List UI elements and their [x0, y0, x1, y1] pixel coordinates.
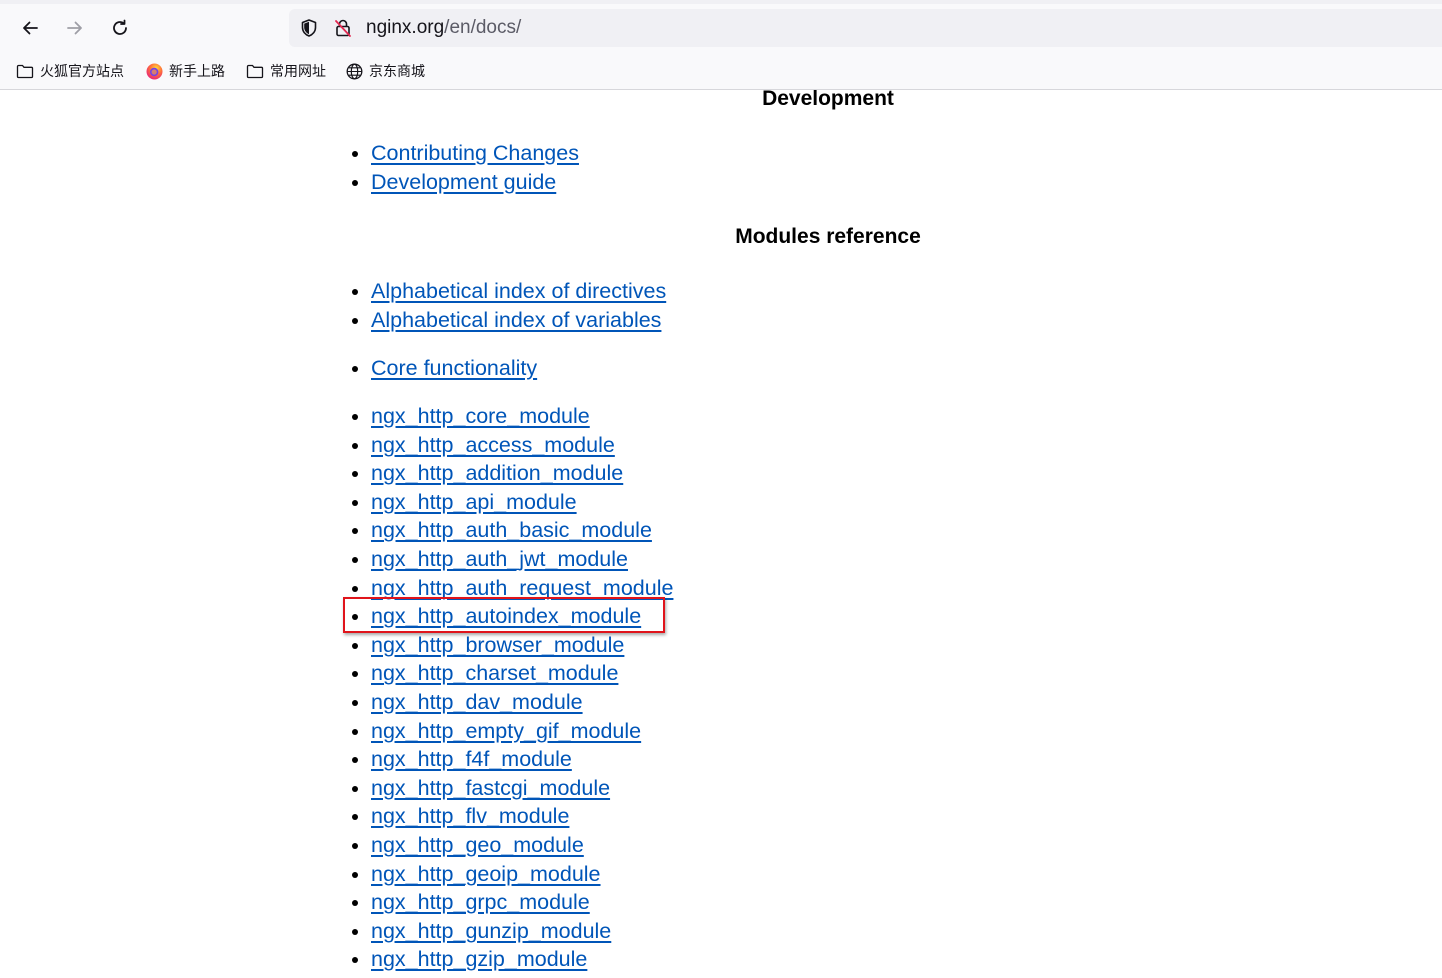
list-item: ngx_http_access_module	[351, 431, 673, 460]
bookmark-label: 火狐官方站点	[40, 64, 124, 80]
index-links: Alphabetical index of directives Alphabe…	[351, 277, 666, 335]
module-link[interactable]: ngx_http_empty_gif_module	[371, 719, 641, 743]
module-link[interactable]: ngx_http_geo_module	[371, 833, 584, 857]
url-text[interactable]: nginx.org/en/docs/	[366, 17, 521, 39]
development-heading: Development	[762, 90, 894, 110]
list-item: Alphabetical index of variables	[351, 306, 666, 335]
list-item: Contributing Changes	[352, 139, 579, 168]
list-item: ngx_http_auth_basic_module	[351, 516, 673, 545]
module-link[interactable]: ngx_http_charset_module	[371, 661, 618, 685]
reload-icon	[113, 19, 127, 35]
forward-button[interactable]	[59, 12, 91, 44]
module-link-autoindex[interactable]: ngx_http_autoindex_module	[371, 604, 641, 628]
link-development-guide[interactable]: Development guide	[371, 170, 556, 194]
page-content: Development Contributing Changes Develop…	[0, 90, 1442, 978]
globe-icon	[346, 63, 363, 79]
list-item: ngx_http_gzip_module	[351, 945, 673, 974]
list-item: ngx_http_f4f_module	[351, 745, 673, 774]
bookmark-label: 常用网址	[270, 64, 326, 80]
list-item: ngx_http_addition_module	[351, 459, 673, 488]
module-link[interactable]: ngx_http_flv_module	[371, 804, 569, 828]
url-domain: nginx.org	[366, 17, 445, 38]
link-core-functionality[interactable]: Core functionality	[371, 356, 537, 380]
module-link[interactable]: ngx_http_geoip_module	[371, 862, 601, 886]
list-item: ngx_http_grpc_module	[351, 888, 673, 917]
list-item: ngx_http_api_module	[351, 488, 673, 517]
module-link[interactable]: ngx_http_auth_jwt_module	[371, 547, 628, 571]
tracking-protection-shield-icon[interactable]	[299, 18, 319, 38]
list-item: Alphabetical index of directives	[351, 277, 666, 306]
link-directives-index[interactable]: Alphabetical index of directives	[371, 279, 666, 303]
folder-icon	[16, 64, 34, 79]
url-path: /en/docs/	[444, 17, 522, 38]
module-link[interactable]: ngx_http_gzip_module	[371, 947, 587, 971]
module-link[interactable]: ngx_http_fastcgi_module	[371, 776, 610, 800]
arrow-left-icon	[23, 21, 38, 35]
list-item: ngx_http_geoip_module	[351, 860, 673, 889]
development-links: Contributing Changes Development guide	[352, 139, 579, 197]
module-link[interactable]: ngx_http_auth_request_module	[371, 576, 673, 600]
bookmark-common-sites[interactable]: 常用网址	[246, 60, 326, 82]
tab-strip-edge	[0, 0, 1442, 4]
modules-reference-heading: Modules reference	[735, 225, 921, 248]
firefox-icon	[146, 63, 163, 79]
module-links: ngx_http_core_module ngx_http_access_mod…	[351, 402, 673, 978]
list-item: ngx_http_dav_module	[351, 688, 673, 717]
module-link[interactable]: ngx_http_core_module	[371, 404, 590, 428]
list-item: ngx_http_auth_request_module	[351, 574, 673, 603]
list-item: ngx_http_headers_module	[371, 974, 673, 978]
list-item: ngx_http_geo_module	[351, 831, 673, 860]
list-item: ngx_http_flv_module	[351, 802, 673, 831]
bookmark-firefox-official[interactable]: 火狐官方站点	[16, 60, 124, 82]
url-bar[interactable]: nginx.org/en/docs/	[289, 9, 1442, 47]
reload-button[interactable]	[104, 12, 136, 44]
back-button[interactable]	[14, 12, 46, 44]
link-contributing-changes[interactable]: Contributing Changes	[371, 141, 579, 165]
module-link[interactable]: ngx_http_grpc_module	[371, 890, 590, 914]
list-item: Development guide	[352, 168, 579, 197]
module-link[interactable]: ngx_http_f4f_module	[371, 747, 572, 771]
list-item: ngx_http_autoindex_module	[351, 602, 673, 631]
module-link[interactable]: ngx_http_auth_basic_module	[371, 518, 652, 542]
list-item: ngx_http_fastcgi_module	[351, 774, 673, 803]
list-item: ngx_http_gunzip_module	[351, 917, 673, 946]
list-item: ngx_http_charset_module	[351, 659, 673, 688]
module-link[interactable]: ngx_http_browser_module	[371, 633, 624, 657]
list-item: Core functionality	[351, 354, 537, 383]
insecure-lock-icon[interactable]	[333, 18, 353, 38]
list-item: ngx_http_core_module	[351, 402, 673, 431]
bookmark-jd-mall[interactable]: 京东商城	[346, 60, 425, 82]
bookmark-label: 新手上路	[169, 64, 225, 80]
arrow-right-icon	[67, 21, 82, 35]
list-item: ngx_http_empty_gif_module	[351, 717, 673, 746]
module-link[interactable]: ngx_http_gunzip_module	[371, 919, 611, 943]
module-link[interactable]: ngx_http_addition_module	[371, 461, 623, 485]
bookmark-getting-started[interactable]: 新手上路	[146, 60, 225, 82]
list-item: ngx_http_auth_jwt_module	[351, 545, 673, 574]
module-link[interactable]: ngx_http_access_module	[371, 433, 615, 457]
link-variables-index[interactable]: Alphabetical index of variables	[371, 308, 661, 332]
list-item: ngx_http_browser_module	[351, 631, 673, 660]
module-link[interactable]: ngx_http_api_module	[371, 490, 577, 514]
bookmark-label: 京东商城	[369, 64, 425, 80]
folder-icon	[246, 64, 264, 79]
core-links: Core functionality	[351, 354, 537, 383]
module-link[interactable]: ngx_http_dav_module	[371, 690, 583, 714]
browser-toolbar: nginx.org/en/docs/ 火狐官方站点 新手上路 常用网址 京东商城	[0, 0, 1442, 90]
bookmarks-toolbar: 火狐官方站点 新手上路 常用网址 京东商城	[0, 56, 1442, 84]
